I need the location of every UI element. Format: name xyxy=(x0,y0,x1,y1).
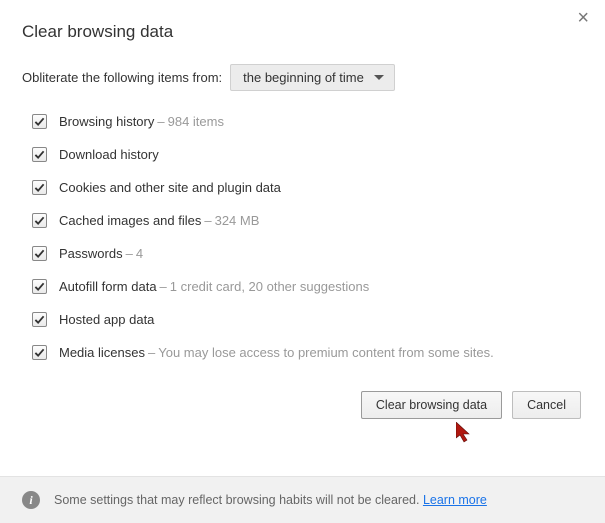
close-button[interactable]: × xyxy=(571,6,595,30)
separator-dash: – xyxy=(126,246,133,261)
data-type-text: Download history xyxy=(59,147,159,162)
data-type-label: Autofill form data xyxy=(59,279,157,294)
data-type-label: Hosted app data xyxy=(59,312,154,327)
footer-text: Some settings that may reflect browsing … xyxy=(54,493,423,507)
data-type-label: Cookies and other site and plugin data xyxy=(59,180,281,195)
data-type-row: Media licenses–You may lose access to pr… xyxy=(22,336,583,369)
data-type-row: Download history xyxy=(22,138,583,171)
data-type-text: Hosted app data xyxy=(59,312,154,327)
time-range-row: Obliterate the following items from: the… xyxy=(22,64,583,91)
data-type-row: Cached images and files–324 MB xyxy=(22,204,583,237)
data-type-row: Autofill form data–1 credit card, 20 oth… xyxy=(22,270,583,303)
dialog-title: Clear browsing data xyxy=(22,22,583,42)
checkbox[interactable] xyxy=(32,279,47,294)
clear-browsing-data-button[interactable]: Clear browsing data xyxy=(361,391,502,419)
data-type-text: Passwords–4 xyxy=(59,246,143,261)
checkbox[interactable] xyxy=(32,246,47,261)
checkbox[interactable] xyxy=(32,114,47,129)
data-type-text: Browsing history–984 items xyxy=(59,114,224,129)
close-icon: × xyxy=(577,7,589,29)
data-type-hint: 4 xyxy=(136,246,143,261)
cancel-button[interactable]: Cancel xyxy=(512,391,581,419)
checkbox[interactable] xyxy=(32,345,47,360)
separator-dash: – xyxy=(160,279,167,294)
data-type-label: Cached images and files xyxy=(59,213,201,228)
checkbox[interactable] xyxy=(32,312,47,327)
footer-text-wrap: Some settings that may reflect browsing … xyxy=(54,493,487,507)
separator-dash: – xyxy=(204,213,211,228)
button-row: Clear browsing data Cancel xyxy=(22,369,583,437)
caret-down-icon xyxy=(374,75,384,80)
data-type-label: Passwords xyxy=(59,246,123,261)
info-icon: i xyxy=(22,491,40,509)
time-range-select[interactable]: the beginning of time xyxy=(230,64,395,91)
data-type-label: Media licenses xyxy=(59,345,145,360)
separator-dash: – xyxy=(157,114,164,129)
data-type-row: Cookies and other site and plugin data xyxy=(22,171,583,204)
data-type-hint: You may lose access to premium content f… xyxy=(158,345,494,360)
data-type-label: Browsing history xyxy=(59,114,154,129)
separator-dash: – xyxy=(148,345,155,360)
data-type-hint: 324 MB xyxy=(215,213,260,228)
data-type-text: Cookies and other site and plugin data xyxy=(59,180,281,195)
data-type-row: Hosted app data xyxy=(22,303,583,336)
data-type-list: Browsing history–984 itemsDownload histo… xyxy=(22,105,583,369)
data-type-text: Autofill form data–1 credit card, 20 oth… xyxy=(59,279,369,294)
time-range-label: Obliterate the following items from: xyxy=(22,70,222,85)
time-range-value: the beginning of time xyxy=(243,70,364,85)
checkbox[interactable] xyxy=(32,213,47,228)
info-footer: i Some settings that may reflect browsin… xyxy=(0,476,605,523)
checkbox[interactable] xyxy=(32,180,47,195)
data-type-row: Browsing history–984 items xyxy=(22,105,583,138)
data-type-row: Passwords–4 xyxy=(22,237,583,270)
data-type-text: Cached images and files–324 MB xyxy=(59,213,259,228)
data-type-label: Download history xyxy=(59,147,159,162)
learn-more-link[interactable]: Learn more xyxy=(423,493,487,507)
checkbox[interactable] xyxy=(32,147,47,162)
clear-browsing-data-dialog: Clear browsing data Obliterate the follo… xyxy=(0,0,605,437)
data-type-text: Media licenses–You may lose access to pr… xyxy=(59,345,494,360)
data-type-hint: 984 items xyxy=(168,114,224,129)
data-type-hint: 1 credit card, 20 other suggestions xyxy=(170,279,369,294)
